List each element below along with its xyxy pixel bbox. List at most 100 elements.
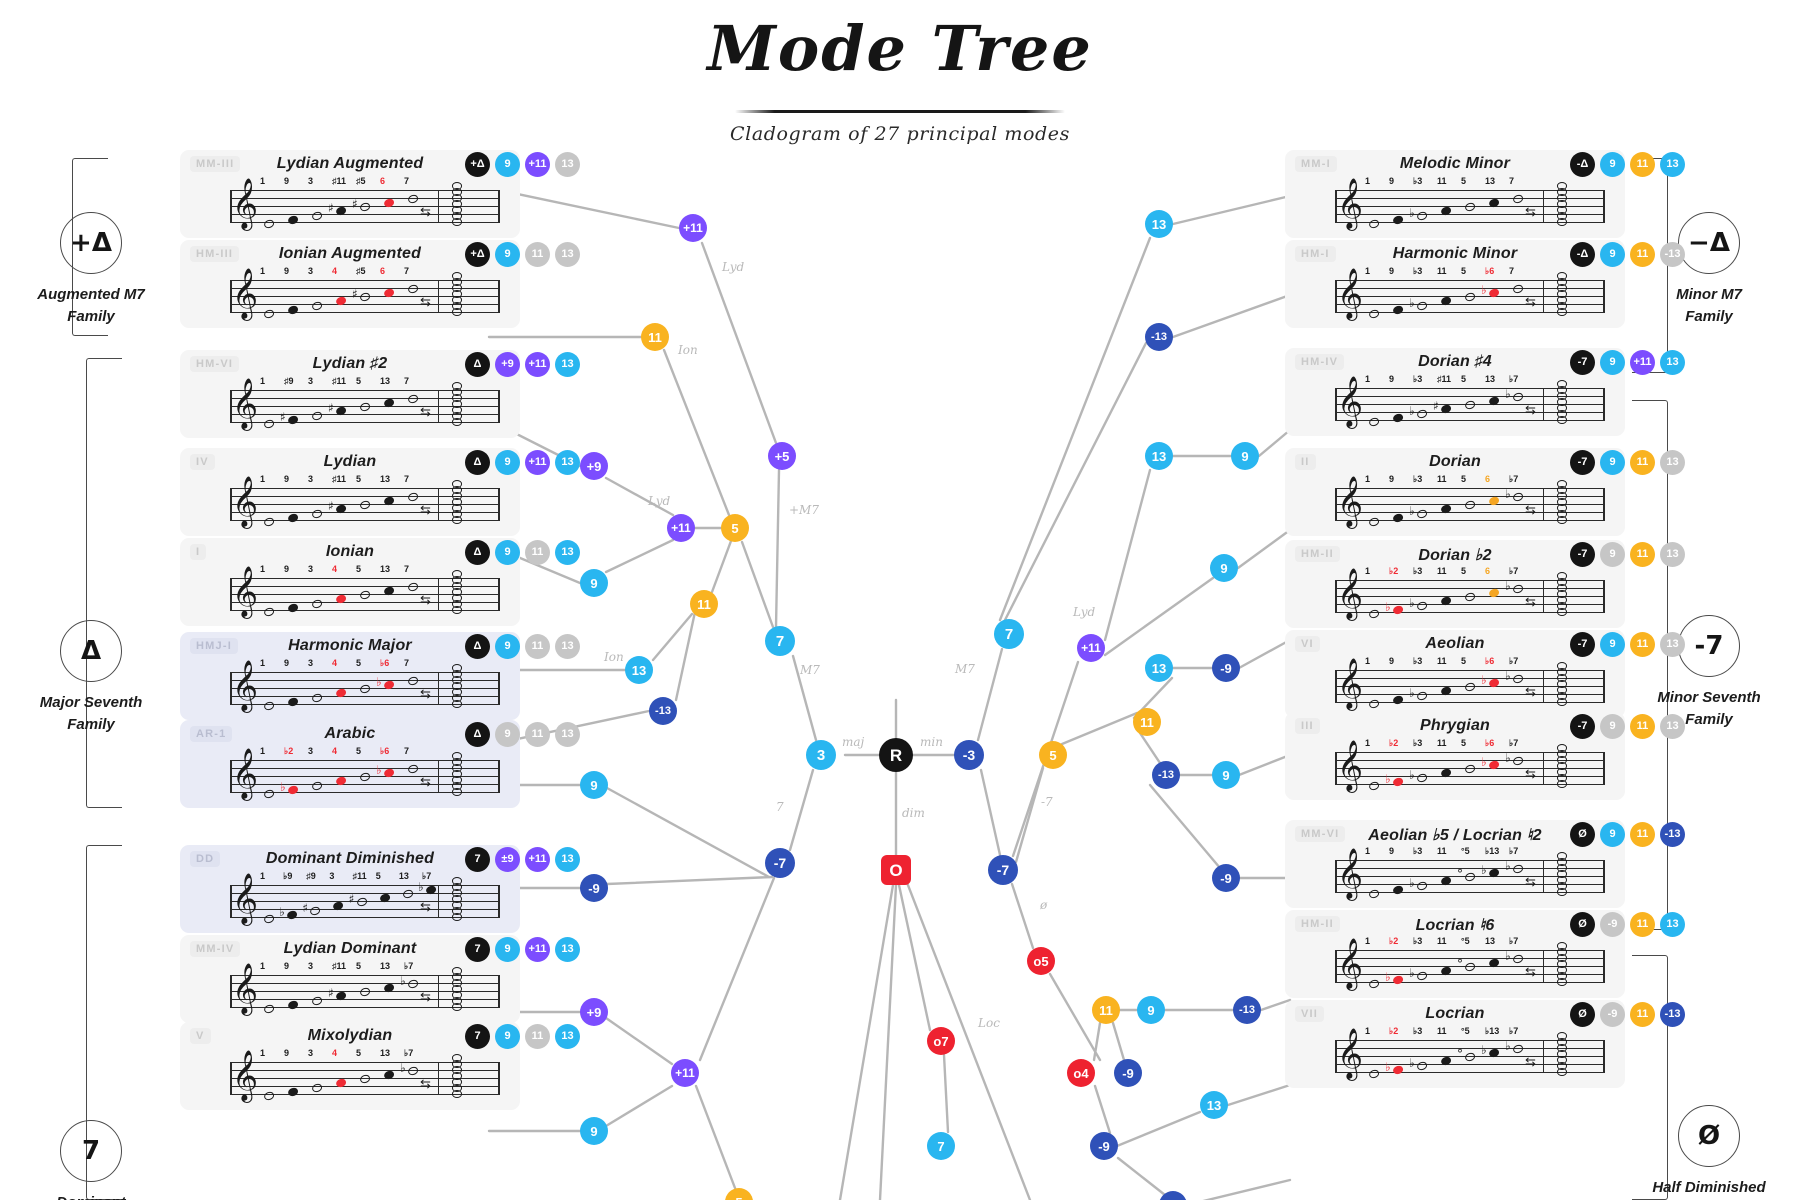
extension-badge[interactable]: 13 xyxy=(1660,714,1685,739)
extension-badge[interactable]: +Δ xyxy=(465,152,490,177)
extension-badge[interactable]: Δ xyxy=(465,352,490,377)
extension-badge[interactable]: 11 xyxy=(1630,822,1655,847)
extension-badge[interactable]: 13 xyxy=(555,847,580,872)
extension-badge[interactable]: +9 xyxy=(495,352,520,377)
tree-node-p9a[interactable]: +9 xyxy=(580,452,608,480)
tree-node-p9c[interactable]: +9 xyxy=(580,998,608,1026)
extension-badge[interactable]: -7 xyxy=(1570,542,1595,567)
extension-badge[interactable]: 11 xyxy=(525,1024,550,1049)
tree-node-maj7b[interactable]: 7 xyxy=(994,619,1024,649)
tree-node-r5c[interactable]: 5 xyxy=(1039,741,1067,769)
extension-badge[interactable]: 11 xyxy=(525,722,550,747)
tree-node-rp11[interactable]: +11 xyxy=(1077,634,1105,662)
tree-node-n9c[interactable]: 9 xyxy=(580,1117,608,1145)
tree-node-rm9c[interactable]: -9 xyxy=(1212,654,1240,682)
tree-node-n9a[interactable]: 9 xyxy=(580,569,608,597)
extension-badge[interactable]: 9 xyxy=(1600,152,1625,177)
tree-node-p11a[interactable]: +11 xyxy=(667,514,695,542)
extension-badge[interactable]: 11 xyxy=(525,242,550,267)
extension-badge[interactable]: 13 xyxy=(555,540,580,565)
extension-badge[interactable]: 9 xyxy=(495,152,520,177)
extension-badge[interactable]: 11 xyxy=(1630,1002,1655,1027)
extension-badge[interactable]: +11 xyxy=(525,152,550,177)
extension-badge[interactable]: 7 xyxy=(465,847,490,872)
extension-badge[interactable]: 13 xyxy=(1660,632,1685,657)
extension-badge[interactable]: 11 xyxy=(525,540,550,565)
extension-badge[interactable]: 9 xyxy=(495,540,520,565)
extension-badge[interactable]: 13 xyxy=(555,352,580,377)
extension-badge[interactable]: 9 xyxy=(1600,450,1625,475)
tree-node-rm13c[interactable]: -13 xyxy=(1152,761,1180,789)
extension-badge[interactable]: 13 xyxy=(1660,542,1685,567)
tree-node-om9[interactable]: -9 xyxy=(1114,1059,1142,1087)
mode-card-melodic-minor[interactable]: MM-I Melodic Minor 𝄞 ⇆ 1 9 ♭3 ♭ 11 5 13 7 -Δ 9 11 13 xyxy=(1285,150,1685,238)
extension-badge[interactable]: Δ xyxy=(465,634,490,659)
tree-node-r11c[interactable]: 11 xyxy=(1133,708,1161,736)
extension-badge[interactable]: Δ xyxy=(465,450,490,475)
tree-node-r9e[interactable]: 9 xyxy=(1137,996,1165,1024)
mode-card-locrian-6[interactable]: HM-II Locrian ♮6 𝄞 ⇆ 1 ♭2 ♭ ♭3 ♭ 11 °5 ° 13 ♭7 ♭ Ø -9 11 1… xyxy=(1285,910,1685,998)
extension-badge[interactable]: 13 xyxy=(1660,152,1685,177)
mode-card-dominant-diminished[interactable]: DD Dominant Diminished 𝄞 ⇆ 1 ♭9 ♭ ♯9 ♯ 3 ♯11 ♯ 5 13 ♭7… xyxy=(180,845,580,933)
tree-node-dim[interactable]: O xyxy=(881,855,911,885)
tree-node-p5a[interactable]: +5 xyxy=(768,442,796,470)
mode-card-lydian-augmented[interactable]: MM-III Lydian Augmented 𝄞 ⇆ 1 9 3 ♯11 ♯ ♯5 ♯ 6 7 +Δ 9 +… xyxy=(180,150,580,238)
extension-badge[interactable]: 9 xyxy=(1600,542,1625,567)
tree-node-rm9d[interactable]: -9 xyxy=(1212,864,1240,892)
extension-badge[interactable]: 9 xyxy=(495,722,520,747)
tree-node-r9c[interactable]: 9 xyxy=(1210,554,1238,582)
extension-badge[interactable]: 9 xyxy=(495,242,520,267)
extension-badge[interactable]: 13 xyxy=(1660,450,1685,475)
extension-badge[interactable]: -7 xyxy=(1570,450,1595,475)
mode-card-dorian-4[interactable]: HM-IV Dorian ♯4 𝄞 ⇆ 1 9 ♭3 ♭ ♯11 ♯ 5 13 ♭7 ♭ -7 9 +11 13 xyxy=(1285,348,1685,436)
mode-card-dorian[interactable]: II Dorian 𝄞 ⇆ 1 9 ♭3 ♭ 11 5 6 ♭7 ♭ -7 9 11 13 xyxy=(1285,448,1685,536)
extension-badge[interactable]: +11 xyxy=(525,847,550,872)
extension-badge[interactable]: Ø xyxy=(1570,1002,1595,1027)
tree-node-o5[interactable]: o5 xyxy=(1027,947,1055,975)
extension-badge[interactable]: 11 xyxy=(525,634,550,659)
extension-badge[interactable]: -7 xyxy=(1570,632,1595,657)
extension-badge[interactable]: 9 xyxy=(495,937,520,962)
tree-node-maj3[interactable]: 3 xyxy=(806,740,836,770)
extension-badge[interactable]: 13 xyxy=(555,450,580,475)
tree-node-dom7c[interactable]: 7 xyxy=(927,1132,955,1160)
mode-card-lydian-2[interactable]: HM-VI Lydian ♯2 𝄞 ⇆ 1 ♯9 ♯ 3 ♯11 ♯ 5 13 7 Δ +9 +11 13 xyxy=(180,350,580,438)
tree-node-dom7a[interactable]: -7 xyxy=(765,848,795,878)
tree-node-r11e[interactable]: 11 xyxy=(1092,996,1120,1024)
extension-badge[interactable]: 9 xyxy=(1600,350,1625,375)
mode-card-aeolian[interactable]: VI Aeolian 𝄞 ⇆ 1 9 ♭3 ♭ 11 5 ♭6 ♭ ♭7 ♭ -7 9 11 13 xyxy=(1285,630,1685,718)
extension-badge[interactable]: +11 xyxy=(525,352,550,377)
tree-node-r13b[interactable]: 13 xyxy=(1145,442,1173,470)
extension-badge[interactable]: -13 xyxy=(1660,242,1685,267)
extension-badge[interactable]: 13 xyxy=(555,634,580,659)
extension-badge[interactable]: Δ xyxy=(465,540,490,565)
extension-badge[interactable]: -7 xyxy=(1570,350,1595,375)
tree-node-o7[interactable]: o7 xyxy=(927,1027,955,1055)
extension-badge[interactable]: 9 xyxy=(1600,632,1625,657)
mode-card-phrygian[interactable]: III Phrygian 𝄞 ⇆ 1 ♭2 ♭ ♭3 ♭ 11 5 ♭6 ♭ ♭7 ♭ -7 9 11 13 xyxy=(1285,712,1685,800)
extension-badge[interactable]: 9 xyxy=(495,634,520,659)
extension-badge[interactable]: 13 xyxy=(555,722,580,747)
extension-badge[interactable]: 13 xyxy=(555,1024,580,1049)
extension-badge[interactable]: 11 xyxy=(1630,242,1655,267)
mode-card-ionian-augmented[interactable]: HM-III Ionian Augmented 𝄞 ⇆ 1 9 3 4 ♯5 ♯ 6 7 +Δ 9 11 13 xyxy=(180,240,580,328)
extension-badge[interactable]: 13 xyxy=(555,152,580,177)
tree-node-r9d[interactable]: 9 xyxy=(1212,761,1240,789)
extension-badge[interactable]: -Δ xyxy=(1570,242,1595,267)
tree-node-min3[interactable]: -3 xyxy=(954,740,984,770)
extension-badge[interactable]: ±9 xyxy=(495,847,520,872)
tree-node-p11top[interactable]: +11 xyxy=(679,214,707,242)
tree-node-r13c[interactable]: 13 xyxy=(1145,654,1173,682)
tree-node-r9b[interactable]: 9 xyxy=(1231,442,1259,470)
tree-node-n9b[interactable]: 9 xyxy=(580,771,608,799)
extension-badge[interactable]: 11 xyxy=(1630,152,1655,177)
extension-badge[interactable]: 9 xyxy=(1600,714,1625,739)
tree-node-o4[interactable]: o4 xyxy=(1067,1059,1095,1087)
tree-node-min7b[interactable]: -7 xyxy=(988,855,1018,885)
extension-badge[interactable]: 13 xyxy=(555,242,580,267)
tree-node-rm13g[interactable]: -13 xyxy=(1159,1191,1187,1200)
mode-card-lydian-dominant[interactable]: MM-IV Lydian Dominant 𝄞 ⇆ 1 9 3 ♯11 ♯ 5 13 ♭7 ♭ 7 9 +11… xyxy=(180,935,580,1023)
extension-badge[interactable]: 9 xyxy=(1600,242,1625,267)
extension-badge[interactable]: -13 xyxy=(1660,1002,1685,1027)
mode-card-ionian[interactable]: I Ionian 𝄞 ⇆ 1 9 3 4 5 13 7 Δ 9 11 13 xyxy=(180,538,580,626)
